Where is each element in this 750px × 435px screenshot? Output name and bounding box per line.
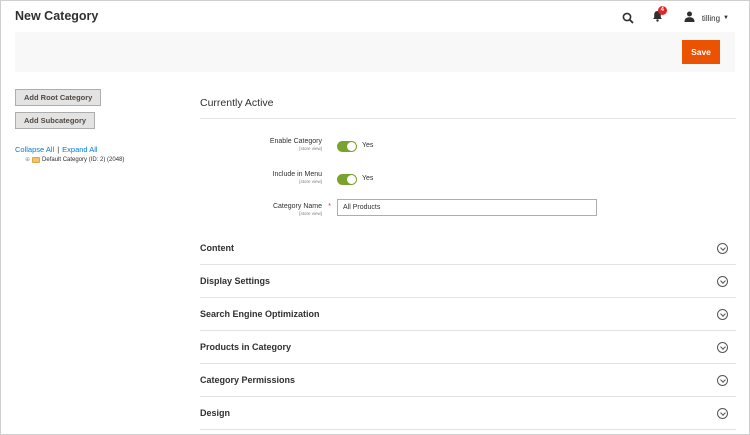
expand-chevron-icon[interactable] <box>717 408 728 419</box>
field-scope: [store view] <box>299 179 322 184</box>
folder-icon <box>32 156 41 163</box>
field-scope: [store view] <box>299 146 322 151</box>
expand-all-link[interactable]: Expand All <box>62 145 97 154</box>
expand-chevron-icon[interactable] <box>717 309 728 320</box>
category-name-row: Category Name [store view] * All Product… <box>200 199 736 221</box>
page-header: New Category 4 tilling ▼ <box>1 1 749 32</box>
section-display-settings[interactable]: Display Settings <box>200 265 736 298</box>
section-label: Design <box>200 408 231 418</box>
field-label: Include in Menu <box>272 171 322 178</box>
section-label: Products in Category <box>200 342 292 352</box>
enable-category-row: Enable Category [store view] Yes <box>200 138 736 160</box>
section-design[interactable]: Design <box>200 397 736 430</box>
section-title: Currently Active <box>200 87 736 119</box>
enable-category-value: Yes <box>362 142 374 149</box>
section-label: Search Engine Optimization <box>200 309 320 319</box>
add-subcategory-button[interactable]: Add Subcategory <box>15 112 96 129</box>
category-form: Currently Active <box>200 87 736 119</box>
section-label: Display Settings <box>200 276 271 286</box>
section-label: Content <box>200 243 234 253</box>
category-name-label: Category Name [store view] <box>273 203 322 216</box>
section-label: Category Permissions <box>200 375 296 385</box>
tree-node-default-category[interactable]: ⊕ Default Category (ID: 2) (2048) <box>25 156 175 163</box>
collapsible-sections: Content Display Settings Search Engine O… <box>200 232 736 430</box>
notification-badge: 4 <box>657 6 667 15</box>
required-marker: * <box>328 203 331 210</box>
section-category-permissions[interactable]: Category Permissions <box>200 364 736 397</box>
include-in-menu-toggle[interactable] <box>337 174 357 185</box>
user-icon <box>684 11 698 25</box>
collapse-all-link[interactable]: Collapse All <box>15 145 54 154</box>
user-name: tilling <box>701 13 721 23</box>
add-root-category-button[interactable]: Add Root Category <box>15 89 102 106</box>
user-menu[interactable]: tilling ▼ <box>684 11 729 25</box>
caret-down-icon: ▼ <box>723 15 729 21</box>
tree-controls: Collapse All | Expand All <box>15 145 175 154</box>
category-name-input[interactable]: All Products <box>337 199 597 216</box>
save-button[interactable]: Save <box>682 40 720 64</box>
tree-node-label: Default Category (ID: 2) (2048) <box>42 156 125 163</box>
include-in-menu-row: Include in Menu [store view] Yes <box>200 171 736 193</box>
expand-chevron-icon[interactable] <box>717 342 728 353</box>
header-actions: 4 tilling ▼ <box>622 6 729 27</box>
field-label: Enable Category <box>269 138 322 145</box>
category-tree-sidebar: Add Root Category Add Subcategory Collap… <box>15 87 175 163</box>
section-products-in-category[interactable]: Products in Category <box>200 331 736 364</box>
page-actions-bar: Save <box>15 32 735 72</box>
search-icon[interactable] <box>622 11 636 25</box>
include-in-menu-value: Yes <box>362 175 374 182</box>
expand-chevron-icon[interactable] <box>717 276 728 287</box>
expand-node-icon[interactable]: ⊕ <box>25 156 30 163</box>
include-in-menu-label: Include in Menu [store view] <box>273 171 322 184</box>
enable-category-toggle[interactable] <box>337 141 357 152</box>
notifications-button[interactable]: 4 <box>652 6 667 27</box>
expand-chevron-icon[interactable] <box>717 375 728 386</box>
page-title: New Category <box>15 9 99 23</box>
field-scope: [store view] <box>299 211 322 216</box>
field-label: Category Name <box>272 203 322 210</box>
section-content[interactable]: Content <box>200 232 736 265</box>
section-seo[interactable]: Search Engine Optimization <box>200 298 736 331</box>
tree-link-separator: | <box>57 145 60 154</box>
expand-chevron-icon[interactable] <box>717 243 728 254</box>
enable-category-label: Enable Category [store view] <box>270 138 322 151</box>
